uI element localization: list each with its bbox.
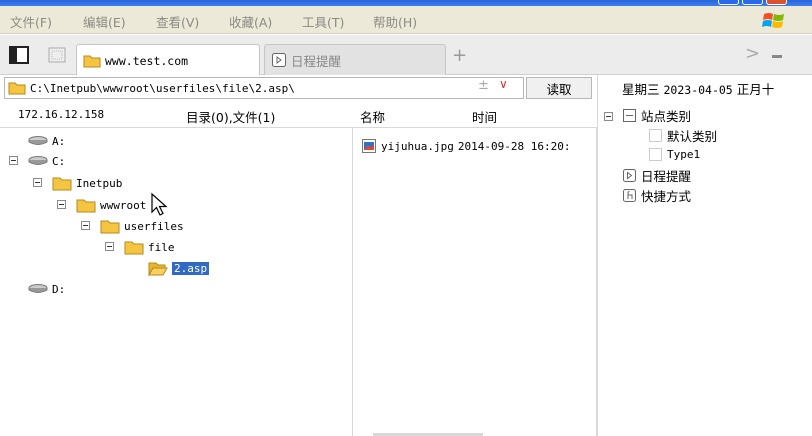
app-window: 文件(F) 编辑(E) 查看(V) 收藏(A) 工具(T) 帮助(H) www.… xyxy=(0,0,812,436)
path-text: C:\Inetpub\wwwroot\userfiles\file\2.asp\ xyxy=(30,81,295,95)
tab-bar: www.test.com 日程提醒 + > xyxy=(0,35,812,76)
collapse-icon[interactable] xyxy=(57,200,66,209)
menu-file[interactable]: 文件(F) xyxy=(10,12,52,31)
plus-minus-icon[interactable]: ± xyxy=(478,78,489,93)
drive-icon xyxy=(28,136,48,145)
lunar-date: 正月十 xyxy=(736,82,775,97)
collapse-icon[interactable] xyxy=(9,156,18,165)
sidebar-item-label: 站点类别 xyxy=(641,109,692,124)
tree-node-label: wwwroot xyxy=(100,198,147,212)
folder-icon xyxy=(100,220,120,233)
date-display: 星期三 2023-04-05 正月十 xyxy=(622,79,774,98)
file-time: 2014-09-28 16:20: xyxy=(457,139,571,153)
folder-open-icon xyxy=(148,262,168,276)
close-button[interactable] xyxy=(766,0,787,5)
tree-node-inetpub[interactable]: Inetpub xyxy=(52,174,122,192)
address-bar: C:\Inetpub\wwwroot\userfiles\file\2.asp\… xyxy=(0,75,598,101)
tree-node-label: C: xyxy=(52,154,66,168)
menu-view[interactable]: 查看(V) xyxy=(156,12,199,31)
folder-icon xyxy=(83,55,101,67)
server-ip: 172.16.12.158 xyxy=(18,108,105,121)
collapse-icon[interactable] xyxy=(81,221,90,230)
tree-node-file[interactable]: file xyxy=(124,238,175,256)
menu-edit[interactable]: 编辑(E) xyxy=(83,12,126,31)
sidebar-item-label: Type1 xyxy=(667,148,701,161)
menu-favorites[interactable]: 收藏(A) xyxy=(229,12,272,31)
file-list: yijuhua.jpg 2014-09-28 16:20: xyxy=(353,128,597,436)
column-header-time[interactable]: 时间 xyxy=(472,107,497,126)
folder-icon xyxy=(52,177,72,190)
path-input[interactable]: C:\Inetpub\wwwroot\userfiles\file\2.asp\ xyxy=(4,77,524,99)
tree-node-drive-a[interactable]: A: xyxy=(28,132,65,150)
menu-bar: 文件(F) 编辑(E) 查看(V) 收藏(A) 工具(T) 帮助(H) xyxy=(0,6,812,34)
tree-node-label: file xyxy=(148,240,175,254)
new-tab-button[interactable]: + xyxy=(452,45,467,66)
chevron-down-icon[interactable]: ∨ xyxy=(499,77,508,91)
window-icon[interactable] xyxy=(46,44,68,66)
tab-schedule-reminder[interactable]: 日程提醒 xyxy=(264,44,446,75)
tree-node-label: A: xyxy=(52,134,66,148)
column-header-name[interactable]: 名称 xyxy=(360,107,385,126)
list-item[interactable]: yijuhua.jpg 2014-09-28 16:20: xyxy=(361,138,570,154)
tab-label: www.test.com xyxy=(105,53,189,68)
dotted-box-icon xyxy=(649,148,662,161)
tab-scroll-right-icon[interactable]: > xyxy=(745,43,760,64)
menu-help[interactable]: 帮助(H) xyxy=(373,12,417,31)
tab-www-test-com[interactable]: www.test.com xyxy=(76,44,260,76)
sidebar-item-site-category[interactable]: 站点类别 xyxy=(622,106,691,125)
directory-tree: A: C: Inetpub wwwroot userfiles file 2.a… xyxy=(0,128,353,436)
minimize-button[interactable] xyxy=(718,0,739,5)
tree-node-label: Inetpub xyxy=(76,176,123,190)
folder-icon xyxy=(76,199,96,212)
windows-logo-icon xyxy=(762,13,784,28)
tree-node-label: userfiles xyxy=(124,219,184,233)
tree-node-label: D: xyxy=(52,282,66,296)
date-value: 2023-04-05 xyxy=(663,83,733,97)
sidebar-item-label: 快捷方式 xyxy=(641,189,692,204)
mouse-cursor-icon xyxy=(151,192,168,216)
shortcut-icon xyxy=(623,189,636,202)
tree-node-wwwroot[interactable]: wwwroot xyxy=(76,196,146,214)
maximize-button[interactable] xyxy=(742,0,763,5)
folder-icon xyxy=(8,82,26,95)
calendar-icon xyxy=(272,53,286,67)
sidebar-item-label: 默认类别 xyxy=(667,129,718,144)
calendar-icon xyxy=(623,169,636,182)
drive-icon xyxy=(28,284,48,293)
file-name: yijuhua.jpg xyxy=(381,139,454,153)
status-row: 172.16.12.158 目录(0),文件(1) 名称 时间 xyxy=(0,102,598,128)
collapse-icon[interactable] xyxy=(105,242,114,251)
sidebar-panel: 星期三 2023-04-05 正月十 站点类别 默认类别 Type1 日程提醒 … xyxy=(597,75,812,436)
sidebar-item-default-category[interactable]: 默认类别 xyxy=(648,126,717,145)
drive-icon xyxy=(28,156,48,165)
tree-node-drive-d[interactable]: D: xyxy=(28,280,65,298)
tree-node-drive-c[interactable]: C: xyxy=(28,152,65,170)
sidebar-item-schedule[interactable]: 日程提醒 xyxy=(622,166,691,185)
read-button[interactable]: 读取 xyxy=(526,77,592,99)
folder-icon xyxy=(124,241,144,254)
sidebar-item-shortcuts[interactable]: 快捷方式 xyxy=(622,186,691,205)
sidebar-item-label: 日程提醒 xyxy=(641,169,692,184)
tree-node-2-asp[interactable]: 2.asp xyxy=(148,259,210,277)
tree-node-label: 2.asp xyxy=(172,261,210,275)
minimize-tabs-icon[interactable] xyxy=(772,55,782,58)
tree-node-userfiles[interactable]: userfiles xyxy=(100,217,184,235)
panel-toggle-icon[interactable] xyxy=(8,44,30,66)
category-icon xyxy=(623,109,636,122)
image-file-icon xyxy=(362,139,376,153)
tab-label: 日程提醒 xyxy=(291,53,342,69)
sidebar-item-type1[interactable]: Type1 xyxy=(648,147,700,162)
dotted-box-icon xyxy=(649,129,662,142)
weekday: 星期三 xyxy=(622,82,660,97)
collapse-icon[interactable] xyxy=(33,178,42,187)
collapse-icon[interactable] xyxy=(604,112,613,121)
menu-tools[interactable]: 工具(T) xyxy=(302,12,344,31)
directory-file-count: 目录(0),文件(1) xyxy=(186,110,276,125)
